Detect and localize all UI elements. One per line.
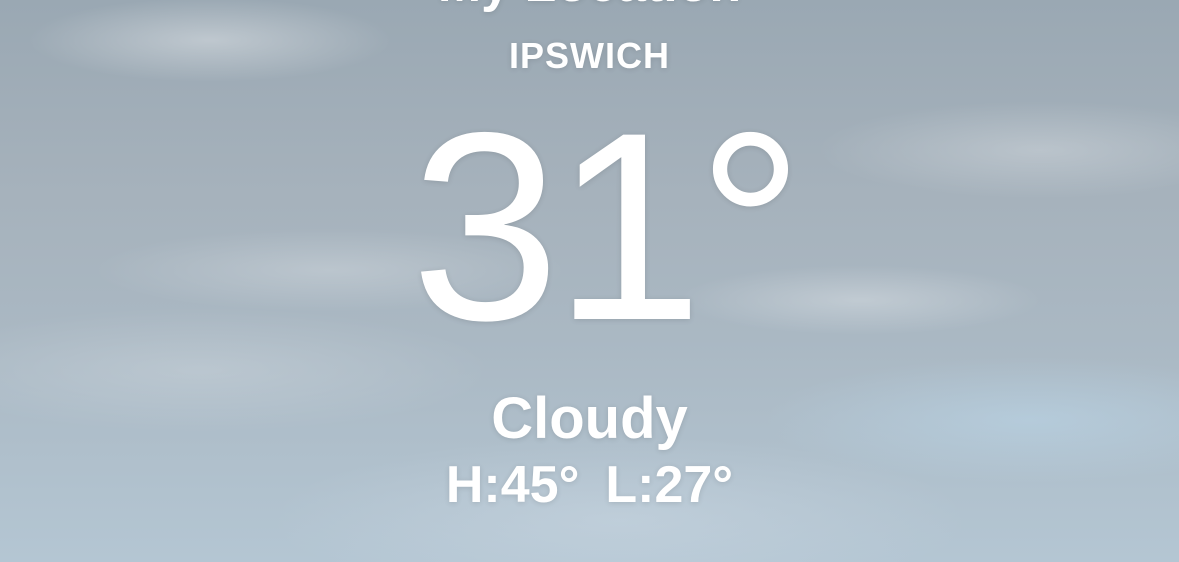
weather-condition: Cloudy bbox=[491, 386, 688, 451]
high-low-temperatures: H:45° L:27° bbox=[0, 454, 1179, 516]
weather-header: My Location IPSWICH 31° Cloudy H:45° L:27… bbox=[0, 0, 1179, 562]
city-name: IPSWICH bbox=[508, 35, 670, 76]
low-temperature: L:27° bbox=[605, 456, 734, 514]
high-temperature: H:45° bbox=[445, 456, 580, 514]
location-title: My Location bbox=[0, 0, 1179, 10]
current-temperature: 31° bbox=[410, 76, 804, 376]
